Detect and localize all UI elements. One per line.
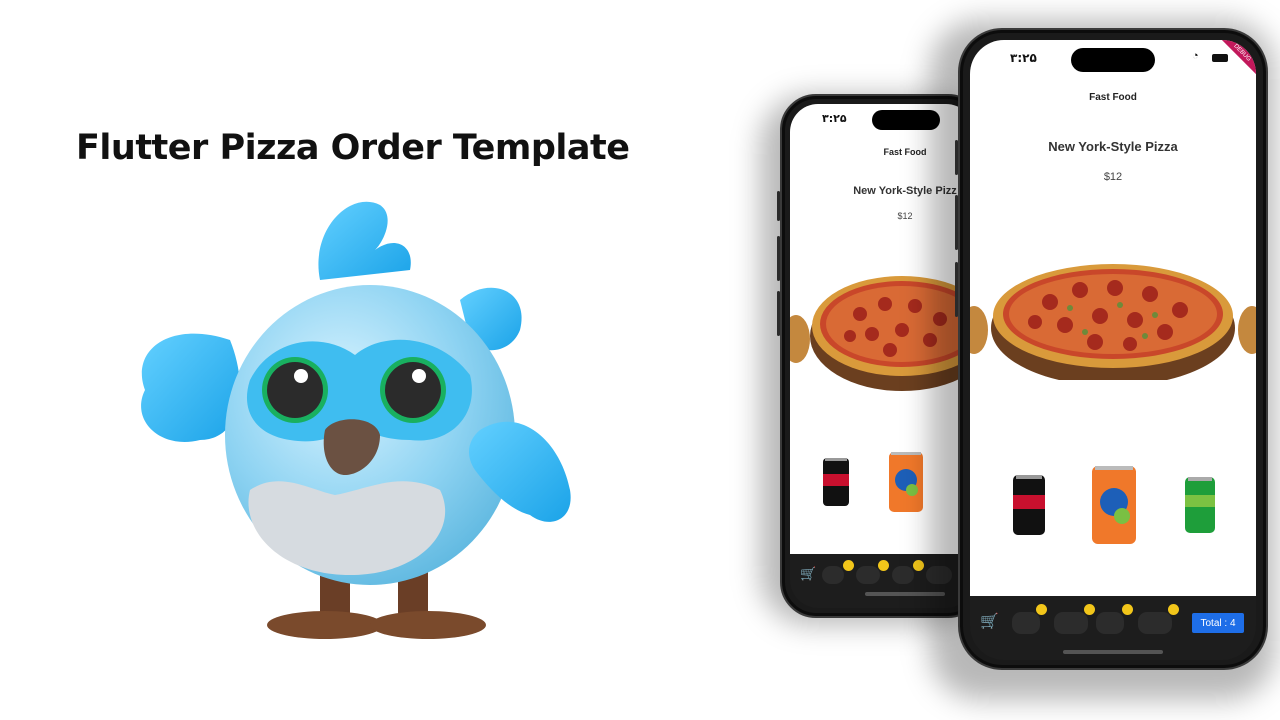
- fanta-orange-can[interactable]: [1091, 464, 1137, 546]
- coke-thumb-icon[interactable]: [1012, 612, 1040, 634]
- pizza-name: New York-Style Pizza: [1048, 139, 1178, 154]
- wifi-icon: ◔: [1192, 50, 1199, 62]
- sprite-thumb-icon[interactable]: [892, 566, 914, 584]
- item-count-badge: [1168, 604, 1179, 615]
- back-phone-side-button: [777, 191, 780, 221]
- front-phone-side-button: [955, 140, 958, 175]
- item-count-badge: [843, 560, 854, 571]
- sprite-can[interactable]: [1184, 475, 1216, 535]
- front-phone: DEBUG ۳:۲۵ ◔ Fast Food New York-Style Pi…: [955, 28, 1268, 670]
- battery-icon: [1212, 54, 1228, 62]
- pizza-price: $12: [1103, 171, 1123, 183]
- sprite-thumb-icon[interactable]: [1096, 612, 1124, 634]
- front-phone-side-button: [955, 195, 958, 250]
- item-count-badge: [878, 560, 889, 571]
- coca-cola-can[interactable]: [822, 456, 850, 508]
- item-count-badge: [1084, 604, 1095, 615]
- total-button[interactable]: Total : 4: [1192, 613, 1244, 633]
- dynamic-island: [1071, 48, 1155, 72]
- item-count-badge: [913, 560, 924, 571]
- cart-icon[interactable]: 🛒: [800, 566, 816, 582]
- status-time: ۳:۲۵: [822, 112, 847, 125]
- pizza-thumb-icon[interactable]: [1054, 612, 1088, 634]
- app-title: Fast Food: [1089, 92, 1137, 103]
- front-phone-side-button: [955, 262, 958, 317]
- cart-icon[interactable]: 🛒: [980, 612, 999, 630]
- back-phone-side-button: [777, 291, 780, 336]
- item-count-badge: [1122, 604, 1133, 615]
- coca-cola-can[interactable]: [1012, 473, 1046, 537]
- status-time: ۳:۲۵: [1010, 51, 1037, 65]
- fanta-orange-can[interactable]: [888, 450, 924, 514]
- front-phone-screen: DEBUG ۳:۲۵ ◔ Fast Food New York-Style Pi…: [970, 40, 1256, 596]
- item-count-badge: [1036, 604, 1047, 615]
- home-indicator: [1063, 650, 1163, 654]
- front-order-bar: 🛒 Total : 4: [970, 596, 1256, 660]
- coke-thumb-icon[interactable]: [822, 566, 844, 584]
- dash-bird-mascot: [141, 201, 571, 639]
- pizza-thumb-icon[interactable]: [856, 566, 880, 584]
- pizza-carousel[interactable]: [970, 250, 1256, 380]
- page-heading: Flutter Pizza Order Template: [76, 128, 630, 168]
- pizza-thumb-icon[interactable]: [1138, 612, 1172, 634]
- back-phone-side-button: [777, 236, 780, 281]
